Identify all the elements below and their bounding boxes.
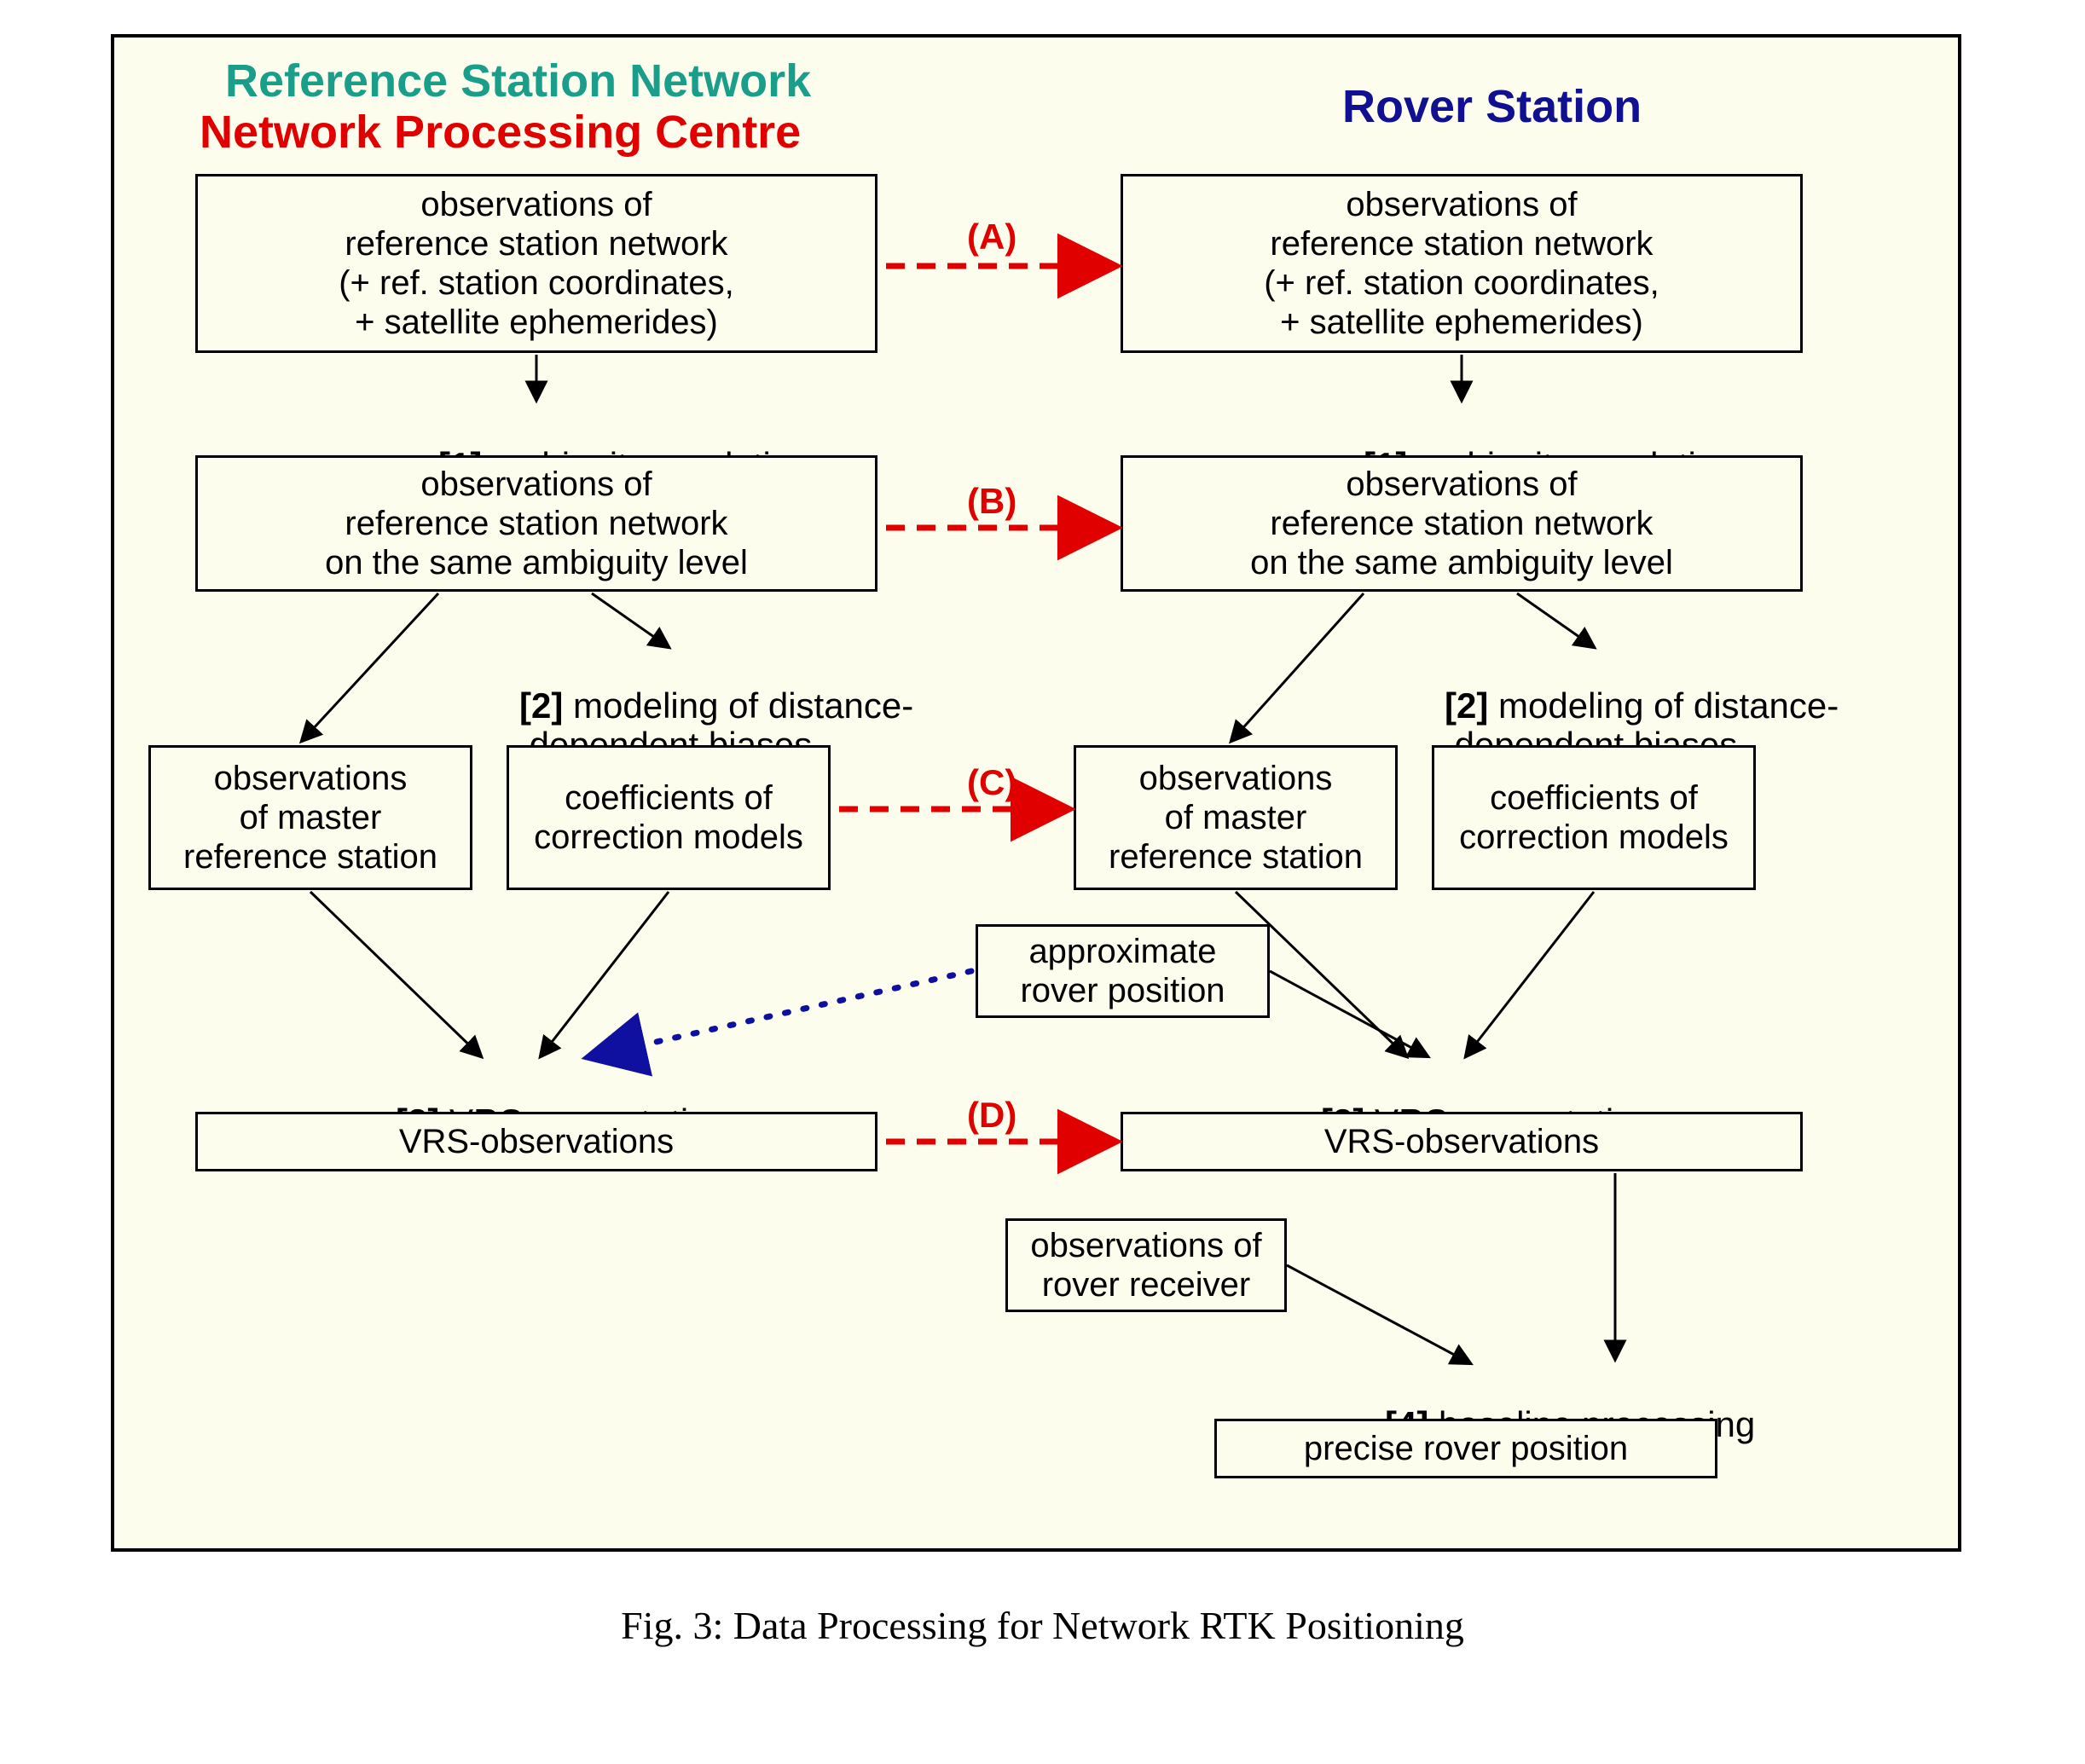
diagram-page: Reference Station Network Network Proces… [0,0,2085,1764]
transfer-label-d: (D) [967,1095,1016,1136]
transfer-label-a: (A) [967,217,1016,257]
left-box-correction-coeffs: coefficients of correction models [507,745,831,890]
text: observations of reference station networ… [1250,465,1673,582]
figure-caption: Fig. 3: Data Processing for Network RTK … [0,1603,2085,1648]
left-box-master-obs: observations of master reference station [148,745,472,890]
text: precise rover position [1304,1429,1628,1468]
transfer-label-c: (C) [967,762,1016,803]
heading-rover-station: Rover Station [1342,80,1642,133]
right-box-rover-receiver-obs: observations of rover receiver [1005,1218,1287,1312]
heading-processing-centre: Network Processing Centre [200,106,801,159]
text: coefficients of correction models [1459,778,1729,857]
text: observations of master reference station [1109,759,1363,876]
text: observations of master reference station [183,759,437,876]
left-box-observations-ambiguity: observations of reference station networ… [195,455,877,592]
left-box-observations-raw: observations of reference station networ… [195,174,877,353]
right-box-correction-coeffs: coefficients of correction models [1432,745,1756,890]
heading-ref-network: Reference Station Network [225,55,811,107]
text: VRS-observations [399,1122,674,1161]
text: observations of rover receiver [1030,1226,1261,1304]
diagram-frame: Reference Station Network Network Proces… [111,34,1961,1552]
step-num: [2] [519,685,563,726]
text: observations of reference station networ… [1264,185,1659,342]
text: observations of reference station networ… [325,465,748,582]
right-box-observations-ambiguity: observations of reference station networ… [1121,455,1803,592]
right-box-master-obs: observations of master reference station [1074,745,1398,890]
transfer-label-b: (B) [967,481,1016,522]
text: VRS-observations [1324,1122,1599,1161]
step-num: [2] [1445,685,1488,726]
right-box-vrs-obs: VRS-observations [1121,1112,1803,1171]
text: approximate rover position [1020,932,1225,1010]
right-box-precise-position: precise rover position [1214,1419,1717,1478]
text: coefficients of correction models [534,778,803,857]
text: observations of reference station networ… [339,185,734,342]
right-box-approx-position: approximate rover position [976,924,1270,1018]
left-box-vrs-obs: VRS-observations [195,1112,877,1171]
right-box-observations-raw: observations of reference station networ… [1121,174,1803,353]
